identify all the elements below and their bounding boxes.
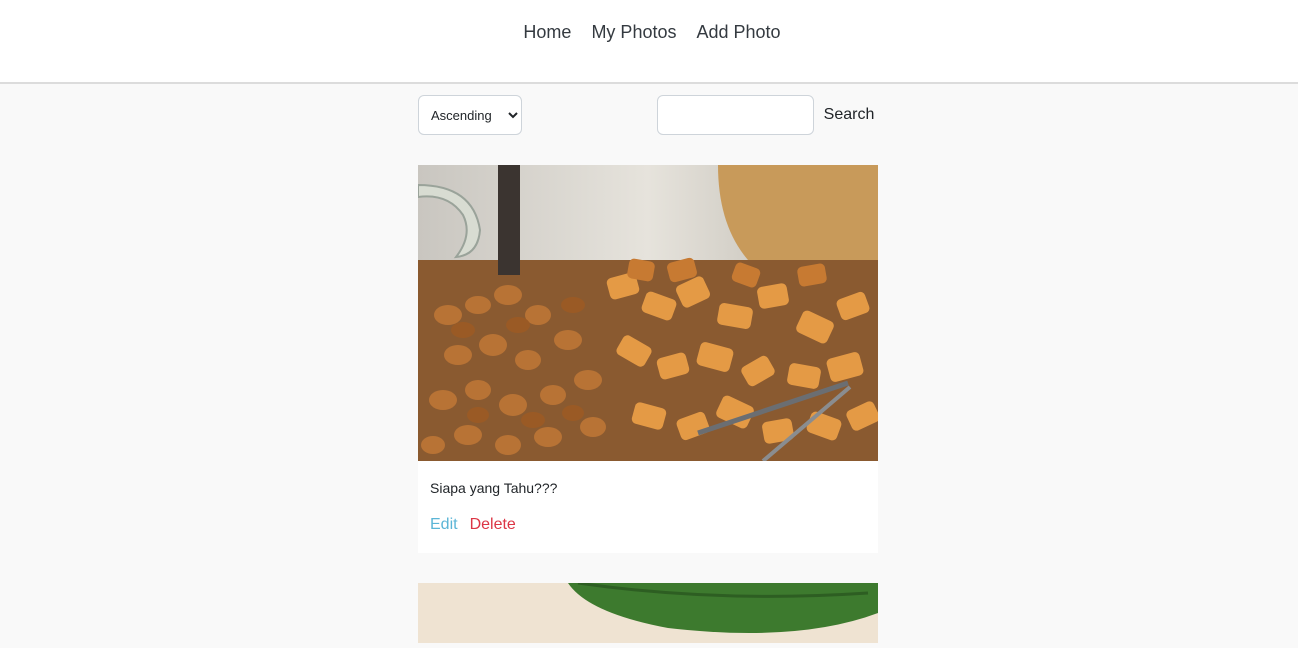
sort-order-select[interactable]: Ascending (418, 95, 522, 135)
photo-caption: Siapa yang Tahu??? (430, 480, 558, 496)
edit-photo-link[interactable]: Edit (430, 516, 458, 534)
nav-my-photos-link[interactable]: My Photos (591, 20, 676, 44)
delete-photo-link[interactable]: Delete (470, 516, 516, 534)
nav-home-link[interactable]: Home (523, 20, 571, 44)
search-input[interactable] (657, 95, 814, 135)
photo-image (418, 165, 878, 461)
photo-card: Siapa yang Tahu??? Edit Delete (418, 165, 878, 553)
top-navbar: Home My Photos Add Photo (0, 0, 1298, 84)
nav-add-photo-link[interactable]: Add Photo (696, 20, 780, 44)
next-photo-image (418, 581, 878, 643)
photo-card-next (418, 581, 878, 643)
nav-links: Home My Photos Add Photo (0, 20, 1298, 44)
fried-food-photo (418, 165, 878, 461)
photo-controls: Ascending Search (418, 95, 878, 135)
photo-actions: Edit Delete (430, 516, 516, 534)
search-button[interactable]: Search (820, 95, 878, 135)
